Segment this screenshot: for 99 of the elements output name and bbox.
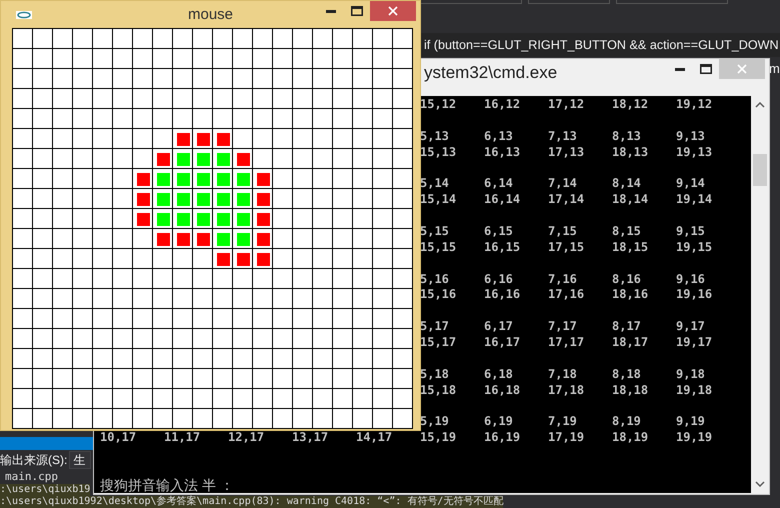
console-text: 7,13 (548, 130, 578, 142)
console-text: 5,15 (420, 224, 450, 237)
console-text: 16,13 (484, 146, 522, 158)
console-text: 16,19 (484, 431, 522, 444)
console-text: 12,17 (228, 431, 266, 444)
console-text: 16,12 (484, 98, 522, 110)
console-text: 5,14 (420, 177, 450, 190)
console-text: 15,17 (420, 336, 458, 348)
console-text: 13,17 (292, 431, 330, 444)
console-text: 8,15 (612, 224, 642, 237)
console-text: 14,17 (356, 431, 394, 444)
console-text: 8,19 (612, 415, 642, 428)
console-text: 5,17 (420, 320, 450, 332)
window-title: ystem32\cmd.exe (424, 62, 558, 82)
console-text: 17,15 (548, 240, 586, 253)
console-text: 5,19 (420, 415, 450, 428)
console-text: 9,14 (676, 177, 706, 190)
console-text: 17,12 (548, 98, 586, 110)
console-text: 11,17 (164, 431, 202, 444)
output-source-label: 输出来源(S): (0, 452, 68, 468)
console-text: 6,17 (484, 320, 514, 332)
console-text: 19,13 (676, 146, 714, 158)
console-text: 17,18 (548, 384, 586, 396)
console-text: 6,16 (484, 272, 514, 285)
console-text: 9,15 (676, 224, 706, 237)
console-text: 6,15 (484, 224, 514, 237)
window-title: mouse (188, 6, 234, 23)
console-text: 15,15 (420, 240, 458, 253)
console-text: 15,14 (420, 193, 458, 206)
scroll-thumb[interactable] (753, 154, 767, 186)
console-text: 18,13 (612, 146, 650, 158)
console-text: 18,12 (612, 98, 650, 110)
console-text: 9,19 (676, 415, 706, 428)
console-text: 7,18 (548, 368, 578, 380)
console-text: 19,15 (676, 240, 714, 253)
console-text: 17,14 (548, 193, 586, 206)
console-text: 18,15 (612, 240, 650, 253)
console-text: 16,15 (484, 240, 522, 253)
maximize-icon (351, 6, 363, 16)
console-text: 17,13 (548, 146, 586, 158)
console-text: 19,17 (676, 336, 714, 348)
console-text: 8,18 (612, 368, 642, 380)
console-text: 9,18 (676, 368, 706, 380)
close-icon (737, 64, 747, 74)
console-text: 7,16 (548, 272, 578, 285)
console-text: 18,16 (612, 288, 650, 300)
console-text: 17,16 (548, 288, 586, 300)
console-text: 15,16 (420, 288, 458, 300)
close-icon (388, 6, 398, 16)
console-text: 7,15 (548, 224, 578, 237)
console-text: 10,17 (100, 431, 138, 444)
editor-text: m (769, 61, 780, 76)
code-text: if (button==GLUT_RIGHT_BUTTON && action==GLUT_DOWN (423, 38, 779, 52)
ime-status-text: 搜狗拼音输入法 半 ： (100, 477, 234, 493)
console-text: 5,18 (420, 368, 450, 380)
minimize-icon (326, 10, 336, 12)
output-source-dropdown[interactable]: 生 (69, 451, 92, 469)
close-button[interactable] (370, 1, 416, 21)
console-text: 8,16 (612, 272, 642, 285)
console-text: 19,16 (676, 288, 714, 300)
console-text: 8,13 (612, 130, 642, 142)
console-text: 19,18 (676, 384, 714, 396)
console-text: 7,17 (548, 320, 578, 332)
console-text: 15,18 (420, 384, 458, 396)
console-text: 8,17 (612, 320, 642, 332)
console-text: 16,18 (484, 384, 522, 396)
console-text: 19,12 (676, 98, 714, 110)
console-text: 9,17 (676, 320, 706, 332)
console-text: 5,13 (420, 130, 450, 142)
console-text: 8,14 (612, 177, 642, 190)
console-text: 18,17 (612, 336, 650, 348)
console-text: 19,14 (676, 193, 714, 206)
console-text: 18,18 (612, 384, 650, 396)
console-text: 18,19 (612, 431, 650, 444)
maximize-icon (700, 64, 712, 74)
console-text: 5,16 (420, 272, 450, 285)
console-text: 15,12 (420, 98, 458, 110)
scroll-down-icon[interactable] (755, 481, 765, 487)
console-text: 18,14 (612, 193, 650, 206)
console-text: 17,17 (548, 336, 586, 348)
console-text: 7,19 (548, 415, 578, 428)
app-icon (16, 10, 32, 18)
output-file-name: main.cpp (4, 471, 58, 483)
console-text: 15,19 (420, 431, 458, 444)
console-text: 17,19 (548, 431, 586, 444)
minimize-icon (675, 68, 685, 70)
console-text: 7,14 (548, 177, 578, 190)
console-text: 6,13 (484, 130, 514, 142)
console-text: 9,16 (676, 272, 706, 285)
console-text: 19,19 (676, 431, 714, 444)
console-text: 6,19 (484, 415, 514, 428)
console-text: 6,14 (484, 177, 514, 190)
scroll-up-icon[interactable] (755, 102, 765, 108)
console-text: 16,17 (484, 336, 522, 348)
console-text: 16,14 (484, 193, 522, 206)
console-text: 16,16 (484, 288, 522, 300)
console-text: 9,13 (676, 130, 706, 142)
console-text: 6,18 (484, 368, 514, 380)
console-text: 15,13 (420, 146, 458, 158)
